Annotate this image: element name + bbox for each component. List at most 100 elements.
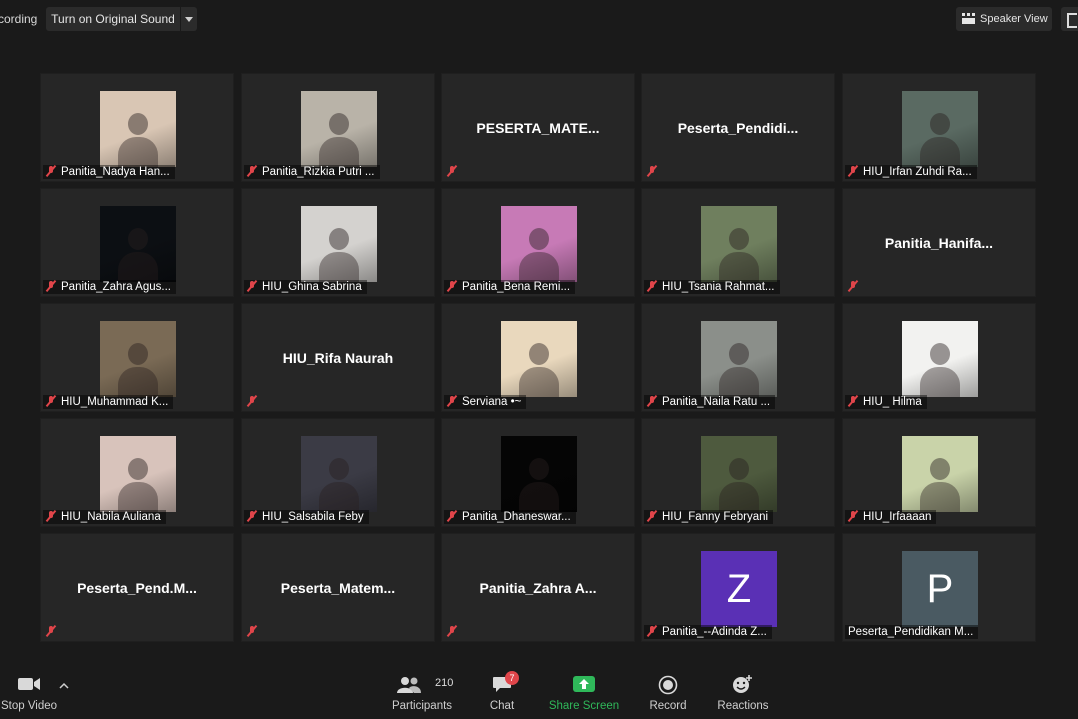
- participant-tile[interactable]: HIU_Nabila Auliana: [40, 418, 234, 527]
- participant-tile[interactable]: HIU_Ghina Sabrina: [241, 188, 435, 297]
- muted-mic-icon: [45, 624, 57, 638]
- person-silhouette: [128, 113, 148, 135]
- participant-name-bar: [845, 279, 868, 294]
- participant-tile[interactable]: PESERTA_MATE...: [441, 73, 635, 182]
- participant-video: [902, 321, 978, 397]
- person-silhouette-body: [319, 482, 359, 512]
- participant-tile[interactable]: Peserta_Pend.M...: [40, 533, 234, 642]
- participant-video: [100, 321, 176, 397]
- participant-name: HIU_Ghina Sabrina: [262, 281, 362, 293]
- participant-video: [100, 91, 176, 167]
- participant-name: HIU_Nabila Auliana: [61, 511, 161, 523]
- person-silhouette: [930, 113, 950, 135]
- fullscreen-button[interactable]: [1061, 7, 1078, 31]
- person-silhouette-body: [118, 137, 158, 167]
- muted-mic-icon: [45, 394, 57, 408]
- muted-mic-icon: [847, 509, 859, 523]
- muted-mic-icon: [246, 509, 258, 523]
- participant-display-name: Peserta_Matem...: [280, 580, 396, 596]
- participant-tile[interactable]: HIU_Tsania Rahmat...: [641, 188, 835, 297]
- person-silhouette-body: [719, 252, 759, 282]
- share-screen-label: Share Screen: [548, 700, 620, 712]
- muted-mic-icon: [446, 509, 458, 523]
- participant-name-bar: Panitia_Bena Remi...: [444, 279, 576, 294]
- person-silhouette: [729, 343, 749, 365]
- participant-name-bar: [444, 164, 467, 179]
- muted-mic-icon: [847, 164, 859, 178]
- participant-tile[interactable]: Panitia_Naila Ratu ...: [641, 303, 835, 412]
- participant-tile[interactable]: Serviana •~: [441, 303, 635, 412]
- record-button[interactable]: Record: [644, 662, 692, 719]
- participant-tile[interactable]: Panitia_Dhaneswar...: [441, 418, 635, 527]
- participant-name: Serviana •~: [462, 396, 522, 408]
- participant-tile[interactable]: HIU_Fanny Febryani: [641, 418, 835, 527]
- person-silhouette-body: [719, 367, 759, 397]
- muted-mic-icon: [45, 164, 57, 178]
- participant-tile[interactable]: HIU_Rifa Naurah: [241, 303, 435, 412]
- chat-button[interactable]: 7 Chat: [480, 662, 524, 719]
- participant-name-bar: Serviana •~: [444, 394, 527, 409]
- stop-video-button[interactable]: Stop Video: [0, 662, 58, 719]
- participant-name-bar: HIU_Fanny Febryani: [644, 509, 774, 524]
- participant-tile[interactable]: HIU_Salsabila Feby: [241, 418, 435, 527]
- person-silhouette-body: [118, 252, 158, 282]
- share-screen-button[interactable]: Share Screen: [548, 662, 620, 719]
- chevron-up-icon: [59, 682, 69, 689]
- participant-display-name: Peserta_Pendidi...: [677, 120, 799, 136]
- video-camera-icon: [18, 678, 40, 690]
- participant-tile[interactable]: HIU_ Hilma: [842, 303, 1036, 412]
- participant-tile[interactable]: HIU_Irfan Zuhdi Ra...: [842, 73, 1036, 182]
- participant-name-bar: [444, 624, 467, 639]
- participant-tile[interactable]: Panitia_Zahra Agus...: [40, 188, 234, 297]
- participant-tile[interactable]: Peserta_Pendidi...: [641, 73, 835, 182]
- participant-tile[interactable]: Panitia_Bena Remi...: [441, 188, 635, 297]
- person-silhouette: [930, 458, 950, 480]
- person-silhouette-body: [920, 482, 960, 512]
- participant-tile[interactable]: Z Panitia_--Adinda Z...: [641, 533, 835, 642]
- person-silhouette: [529, 228, 549, 250]
- muted-mic-icon: [646, 624, 658, 638]
- muted-mic-icon: [246, 164, 258, 178]
- participant-tile[interactable]: HIU_Muhammad K...: [40, 303, 234, 412]
- person-silhouette-body: [519, 367, 559, 397]
- reactions-button[interactable]: Reactions: [714, 662, 772, 719]
- participant-video: [301, 91, 377, 167]
- participant-tile[interactable]: Panitia_Rizkia Putri ...: [241, 73, 435, 182]
- participant-tile[interactable]: HIU_Irfaaaan: [842, 418, 1036, 527]
- participant-name-bar: Panitia_Zahra Agus...: [43, 279, 176, 294]
- participant-display-name: Panitia_Hanifa...: [884, 235, 994, 251]
- participant-name-bar: [43, 624, 66, 639]
- participant-tile[interactable]: Panitia_Zahra A...: [441, 533, 635, 642]
- participant-tile[interactable]: P Peserta_Pendidikan M...: [842, 533, 1036, 642]
- person-silhouette: [529, 343, 549, 365]
- speaker-view-button[interactable]: Speaker View: [956, 7, 1052, 31]
- person-silhouette: [529, 458, 549, 480]
- participant-name: Peserta_Pendidikan M...: [848, 626, 974, 638]
- original-sound-button[interactable]: Turn on Original Sound: [46, 7, 180, 31]
- video-options-caret[interactable]: [56, 662, 72, 719]
- participant-name-bar: HIU_Salsabila Feby: [244, 509, 369, 524]
- participant-name: Panitia_Naila Ratu ...: [662, 396, 771, 408]
- participants-button[interactable]: 210 Participants: [388, 662, 456, 719]
- person-silhouette-body: [920, 137, 960, 167]
- person-silhouette-body: [519, 482, 559, 512]
- person-silhouette-body: [319, 252, 359, 282]
- muted-mic-icon: [45, 279, 57, 293]
- reactions-label: Reactions: [717, 700, 769, 712]
- muted-mic-icon: [847, 279, 859, 293]
- participant-name: HIU_Irfan Zuhdi Ra...: [863, 166, 972, 178]
- chat-unread-badge: 7: [505, 671, 519, 685]
- participant-name: Panitia_--Adinda Z...: [662, 626, 767, 638]
- participant-name-bar: [244, 624, 267, 639]
- original-sound-dropdown[interactable]: [181, 7, 197, 31]
- participant-tile[interactable]: Peserta_Matem...: [241, 533, 435, 642]
- participant-tile[interactable]: Panitia_Nadya Han...: [40, 73, 234, 182]
- participant-name-bar: Panitia_Rizkia Putri ...: [244, 164, 380, 179]
- participant-display-name: HIU_Rifa Naurah: [282, 350, 394, 366]
- participant-tile[interactable]: Panitia_Hanifa...: [842, 188, 1036, 297]
- muted-mic-icon: [446, 394, 458, 408]
- participant-video: [301, 206, 377, 282]
- participant-video: [501, 321, 577, 397]
- person-silhouette-body: [118, 367, 158, 397]
- participant-name-bar: HIU_Tsania Rahmat...: [644, 279, 780, 294]
